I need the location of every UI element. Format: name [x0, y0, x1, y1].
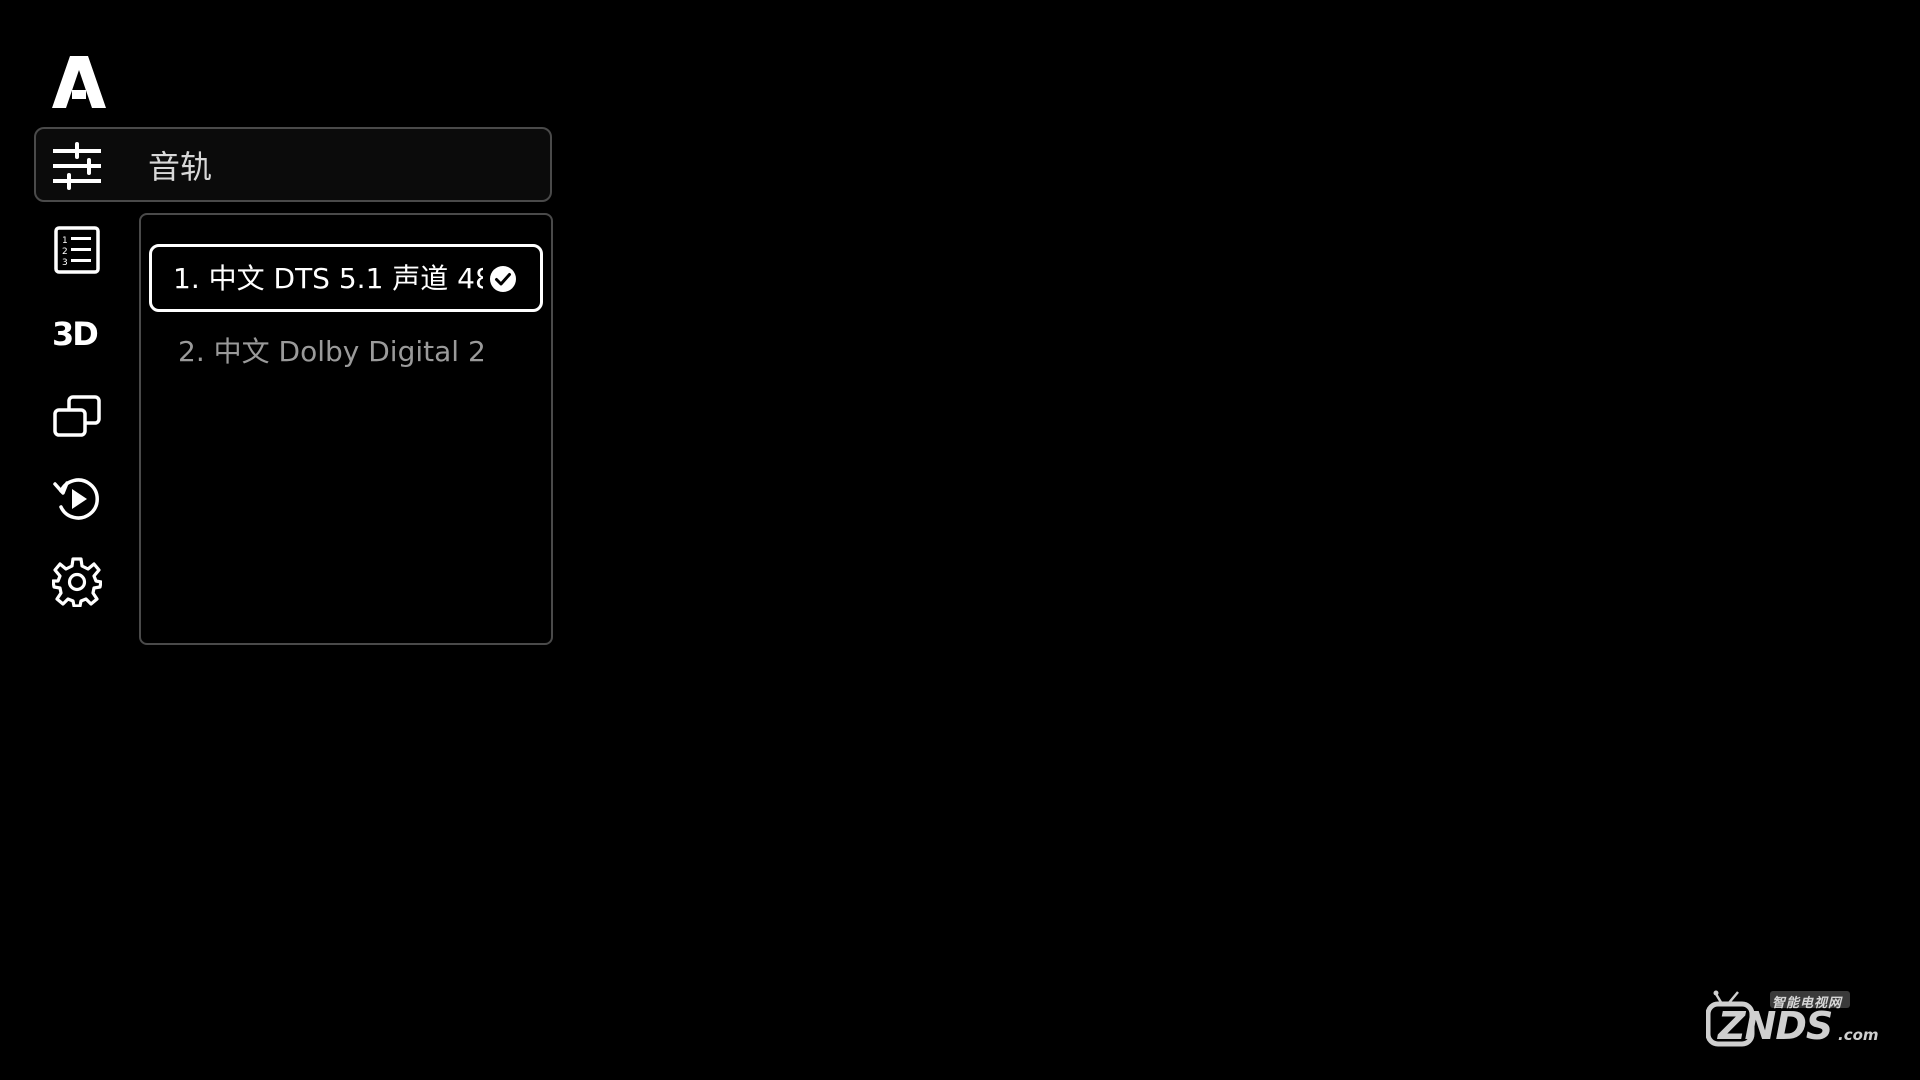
audio-track-label: 1. 中文 DTS 5.1 声道 48	[173, 262, 483, 295]
menu-header-audio-track[interactable]: 音轨	[34, 127, 552, 202]
audio-track-label: 2. 中文 Dolby Digital 2.(	[178, 335, 484, 368]
svg-text:3: 3	[62, 258, 68, 268]
svg-text:1: 1	[62, 236, 68, 246]
audio-track-item-1[interactable]: 1. 中文 DTS 5.1 声道 48	[149, 244, 543, 312]
window-switch-icon[interactable]	[52, 391, 102, 441]
sliders-icon	[53, 142, 101, 190]
audio-track-list: 1. 中文 DTS 5.1 声道 48 2. 中文 Dolby Digital …	[139, 213, 553, 645]
watermark-brand: ZNDS	[1718, 1004, 1833, 1048]
3d-icon[interactable]: 3D	[52, 308, 102, 358]
znds-watermark: 智能电视网 ZNDS .com	[1706, 978, 1879, 1048]
3d-label: 3D	[52, 315, 97, 353]
numbered-list-icon[interactable]: 1 2 3	[52, 225, 102, 275]
gear-icon[interactable]	[52, 557, 102, 607]
check-icon	[489, 265, 517, 293]
audio-track-item-2[interactable]: 2. 中文 Dolby Digital 2.(	[149, 317, 543, 385]
replay-icon[interactable]	[52, 474, 102, 524]
player-screen: 音轨 1 2 3 3D 1. 中文 DTS 5.1 声道 48 2. 中文 Do…	[0, 0, 1920, 1080]
menu-title: 音轨	[148, 148, 213, 186]
app-logo-icon	[52, 56, 106, 108]
watermark-suffix: .com	[1838, 1026, 1879, 1044]
svg-text:2: 2	[62, 247, 68, 257]
